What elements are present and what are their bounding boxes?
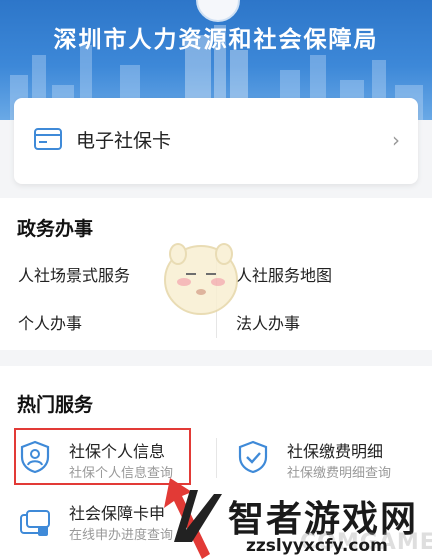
page-title: 深圳市人力资源和社会保障局 [53,27,379,53]
link-personal-affairs[interactable]: 个人办事 [18,310,82,334]
chevron-right-icon: › [392,128,400,152]
link-scenario-services[interactable]: 人社场景式服务 [18,262,130,286]
section-title: 热门服务 [17,394,94,416]
mascot-watermark-icon [164,243,238,315]
emblem-logo [196,0,240,22]
card-stack-icon [20,510,50,536]
card-label: 电子社保卡 [76,130,172,152]
check-shield-icon [238,440,268,474]
service-title: 社会保障卡申 [69,504,166,523]
site-logo-icon [174,490,222,542]
column-divider [216,438,217,478]
e-social-security-card-entry[interactable]: 电子社保卡 › [14,98,418,184]
service-title: 社保缴费明细 [287,442,384,461]
link-service-map[interactable]: 人社服务地图 [236,262,332,286]
card-icon [34,128,62,150]
watermark-url: zzslyyxcfy.com [246,536,388,556]
service-subtitle: 社保缴费明细查询 [287,466,392,481]
section-title: 政务办事 [17,218,94,240]
red-highlight-box [14,428,191,485]
